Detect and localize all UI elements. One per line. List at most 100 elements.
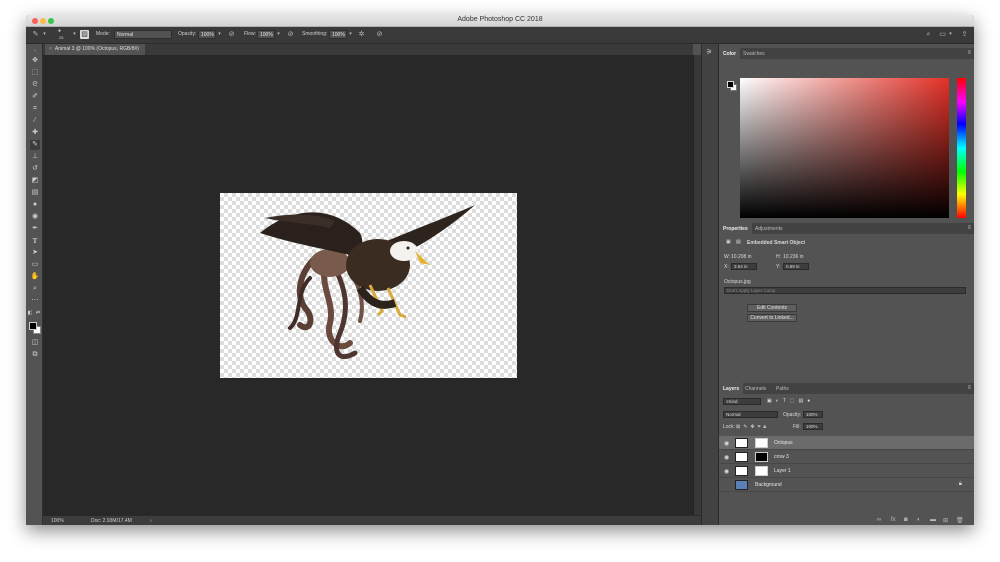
history-panel-icon[interactable]: ⚞ [706, 48, 712, 56]
default-colors-icon[interactable]: ◧ [27, 308, 33, 318]
chevron-down-icon[interactable]: ▾ [215, 30, 224, 39]
brush-tool-preset-icon[interactable]: ✎ [31, 30, 40, 39]
lasso-tool-icon[interactable]: ᘓ [30, 80, 40, 90]
layer-name[interactable]: Layer 1 [774, 468, 791, 474]
adjustment-layer-icon[interactable]: ◐ [917, 517, 921, 523]
eyedropper-tool-icon[interactable]: ⁄ [30, 116, 40, 126]
eraser-tool-icon[interactable]: ◩ [30, 176, 40, 186]
layer-row-crow-3[interactable]: ◉ crow 3 [719, 450, 974, 464]
layer-mask-thumbnail[interactable] [755, 466, 768, 476]
layer-filter-select[interactable]: ⌕Kind [723, 398, 761, 405]
height-value[interactable]: 10.236 in [783, 254, 804, 260]
zoom-level[interactable]: 100% [51, 518, 64, 524]
pen-tool-icon[interactable]: ✒ [30, 224, 40, 234]
foreground-color-swatch[interactable] [29, 322, 37, 330]
move-tool-icon[interactable]: ✥ [30, 56, 40, 66]
layer-name[interactable]: crow 3 [774, 454, 789, 460]
tab-color[interactable]: Color [719, 48, 741, 59]
share-icon[interactable]: ⇪ [960, 30, 969, 39]
panel-menu-icon[interactable]: ≡ [967, 385, 971, 391]
chevron-down-icon[interactable]: ▾ [946, 30, 955, 39]
document-canvas[interactable] [220, 193, 517, 378]
y-position-input[interactable]: 0.89 in [783, 263, 809, 270]
new-group-icon[interactable]: ▬ [930, 517, 936, 523]
convert-to-linked-button[interactable]: Convert to Linked... [747, 314, 797, 322]
layer-row-background[interactable]: Background 🔒︎ [719, 478, 974, 492]
crop-tool-icon[interactable]: ⌗ [30, 104, 40, 114]
layer-style-icon[interactable]: fx [891, 517, 896, 523]
screen-mode-icon[interactable]: ⧉ [30, 350, 40, 360]
fill-input[interactable]: 100% [803, 423, 823, 430]
brush-preview-icon[interactable]: ● [58, 28, 61, 34]
brush-tool-icon[interactable]: ✎ [30, 140, 40, 150]
canvas-area[interactable] [43, 55, 693, 515]
smoothing-input[interactable]: 100% [329, 30, 347, 39]
blur-tool-icon[interactable]: ● [30, 200, 40, 210]
flow-input[interactable]: 100% [257, 30, 275, 39]
chevron-down-icon[interactable]: ▾ [274, 30, 283, 39]
more-tools-icon[interactable]: ⋯ [30, 296, 40, 306]
quick-selection-tool-icon[interactable]: ✐ [30, 92, 40, 102]
type-tool-icon[interactable]: T [30, 236, 40, 246]
chevron-down-icon[interactable]: ▾ [70, 30, 79, 39]
layer-name[interactable]: Background [755, 482, 782, 488]
tab-channels[interactable]: Channels [741, 383, 770, 394]
mode-select[interactable]: Normal [114, 30, 172, 39]
edit-contents-button[interactable]: Edit Contents [747, 304, 797, 312]
tab-adjustments[interactable]: Adjustments [751, 223, 787, 234]
width-value[interactable]: 10.208 in [731, 254, 752, 260]
history-brush-tool-icon[interactable]: ↺ [30, 164, 40, 174]
new-layer-icon[interactable]: ⊞ [943, 517, 948, 524]
chevron-down-icon[interactable]: ▾ [40, 30, 49, 39]
layer-name[interactable]: Octopus [774, 440, 793, 446]
panel-menu-icon[interactable]: ≡ [967, 225, 971, 231]
color-panel-foreground-swatch[interactable] [727, 81, 734, 88]
tab-properties[interactable]: Properties [719, 223, 752, 234]
visibility-eye-icon[interactable]: ◉ [724, 440, 729, 447]
layer-comp-select[interactable]: Don't Apply Layer Comp [724, 287, 966, 294]
pressure-size-icon[interactable]: ⊘ [375, 30, 384, 39]
tab-swatches[interactable]: Swatches [739, 48, 769, 59]
visibility-eye-icon[interactable]: ◉ [724, 454, 729, 461]
swap-colors-icon[interactable]: ⇄ [35, 308, 41, 318]
panel-collapse-icon[interactable]: » [30, 46, 40, 56]
layer-opacity-input[interactable]: 100% [803, 411, 823, 418]
healing-brush-tool-icon[interactable]: ✚ [30, 128, 40, 138]
pressure-opacity-icon[interactable]: ⊘ [227, 30, 236, 39]
hue-slider[interactable] [957, 78, 966, 218]
layer-mask-thumbnail[interactable] [755, 438, 768, 448]
zoom-tool-icon[interactable]: ⌕ [30, 284, 40, 294]
close-tab-icon[interactable]: × [49, 46, 52, 52]
tab-paths[interactable]: Paths [772, 383, 793, 394]
color-picker-field[interactable] [740, 78, 949, 218]
blend-mode-select[interactable]: Normal [723, 411, 778, 418]
trash-icon[interactable]: 🗑︎ [956, 517, 964, 524]
layer-row-octopus[interactable]: ◉ Octopus [719, 436, 974, 450]
tab-layers[interactable]: Layers [719, 383, 744, 394]
opacity-input[interactable]: 100% [198, 30, 216, 39]
marquee-tool-icon[interactable]: ⬚ [30, 68, 40, 78]
chevron-down-icon[interactable]: ▾ [346, 30, 355, 39]
status-menu-icon[interactable]: › [150, 518, 152, 524]
lock-options-icons[interactable]: ⊠✎✥⌗🔒︎ [736, 424, 769, 430]
link-layers-icon[interactable]: ∞ [877, 517, 881, 523]
lock-icon[interactable]: 🔒︎ [959, 481, 962, 488]
layer-row-layer-1[interactable]: ◉ Layer 1 [719, 464, 974, 478]
x-position-input[interactable]: 3.54 in [731, 263, 757, 270]
document-tab[interactable]: × Animal 3 @ 100% (Octopus, RGB/8#) [45, 44, 145, 55]
path-selection-tool-icon[interactable]: ➤ [30, 248, 40, 258]
layer-mask-thumbnail[interactable] [755, 452, 768, 462]
add-mask-icon[interactable]: ◙ [904, 517, 908, 523]
dodge-tool-icon[interactable]: ◉ [30, 212, 40, 222]
visibility-eye-icon[interactable]: ◉ [724, 468, 729, 475]
rectangle-tool-icon[interactable]: ▭ [30, 260, 40, 270]
search-icon[interactable]: ⌕ [924, 30, 933, 39]
canvas-vertical-scrollbar[interactable] [693, 55, 701, 515]
clone-stamp-tool-icon[interactable]: ⊥ [30, 152, 40, 162]
gradient-tool-icon[interactable]: ▤ [30, 188, 40, 198]
brush-settings-icon[interactable]: ▨ [80, 30, 89, 39]
hand-tool-icon[interactable]: ✋ [30, 272, 40, 282]
layer-filter-icons[interactable]: ▣◐T⬚▤● [767, 398, 814, 404]
airbrush-icon[interactable]: ⊘ [286, 30, 295, 39]
panel-menu-icon[interactable]: ≡ [967, 50, 971, 56]
